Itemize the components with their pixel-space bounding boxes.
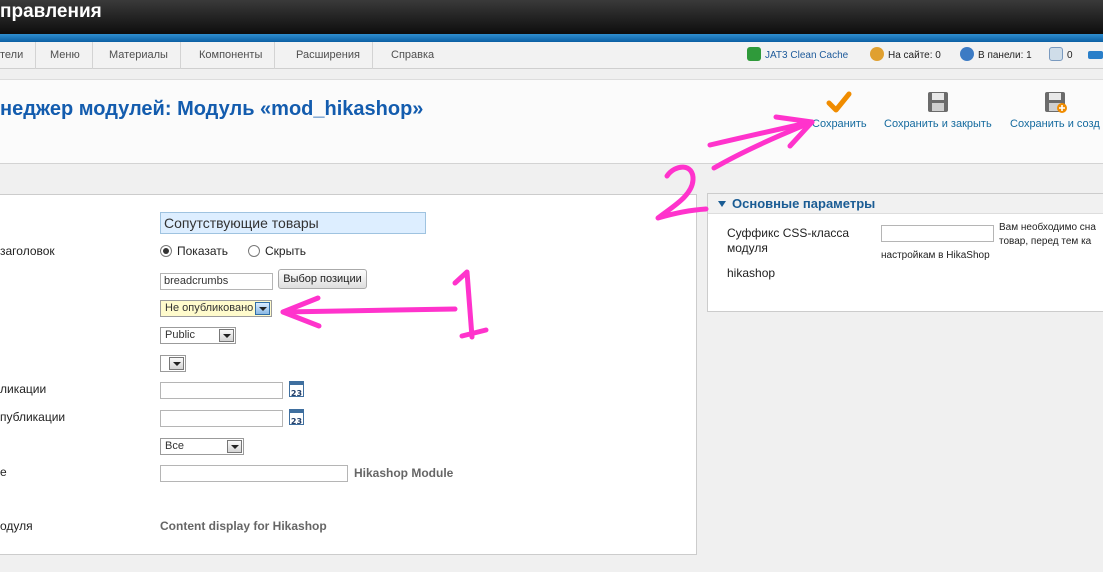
annotation-1-text: 1 <box>466 311 467 313</box>
digit-2-stroke <box>655 164 709 221</box>
digit-1-stroke <box>452 269 489 340</box>
arrow-1 <box>280 295 458 329</box>
annotation-overlay: 1 2 <box>280 114 815 340</box>
arrow-2 <box>707 114 815 171</box>
